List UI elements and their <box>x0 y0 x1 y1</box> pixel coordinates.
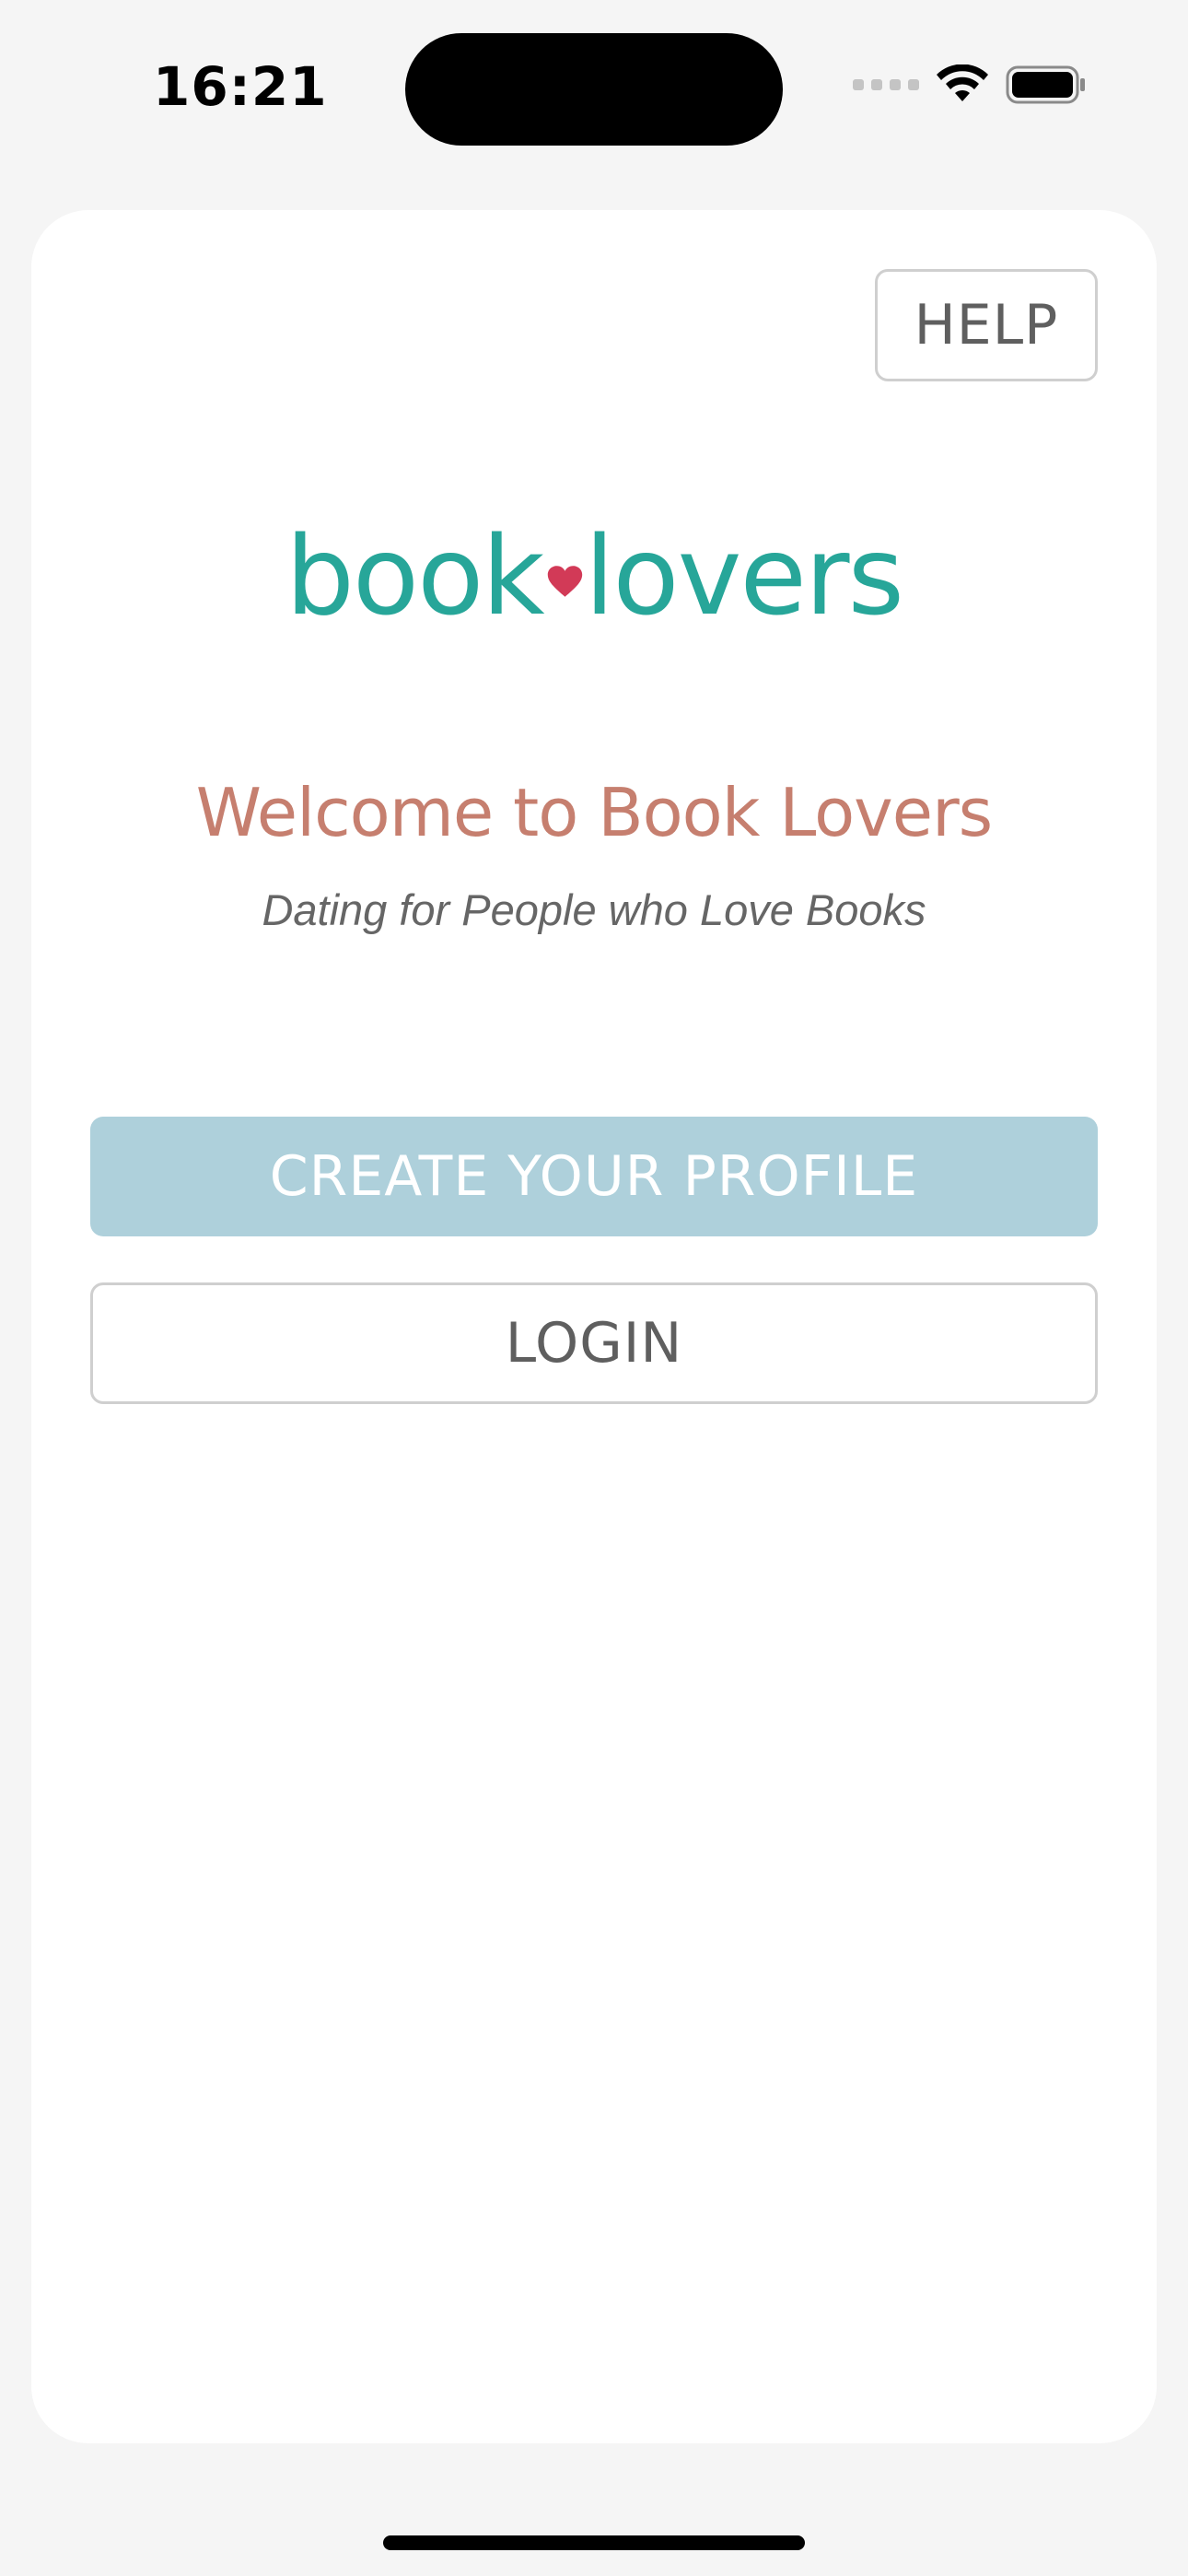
wifi-icon <box>937 64 988 101</box>
logo-text-book: book <box>285 512 545 639</box>
status-icons <box>853 64 1087 105</box>
battery-icon <box>1006 65 1085 104</box>
logo-text-lovers: lovers <box>584 512 904 639</box>
welcome-subtitle: Dating for People who Love Books <box>262 885 926 934</box>
dynamic-island <box>405 33 783 146</box>
status-time: 16:21 <box>153 55 328 118</box>
create-profile-button[interactable]: CREATE YOUR PROFILE <box>90 1117 1098 1236</box>
welcome-title: Welcome to Book Lovers <box>195 774 993 851</box>
heart-icon <box>547 566 582 597</box>
cellular-signal-icon <box>853 79 919 90</box>
help-button[interactable]: HELP <box>875 269 1098 381</box>
login-button[interactable]: LOGIN <box>90 1282 1098 1404</box>
app-logo: book lovers <box>285 512 904 639</box>
home-indicator[interactable] <box>383 2535 805 2550</box>
app-screen: 16:21 HELP book lovers Welcome to Book L… <box>0 0 1188 2576</box>
